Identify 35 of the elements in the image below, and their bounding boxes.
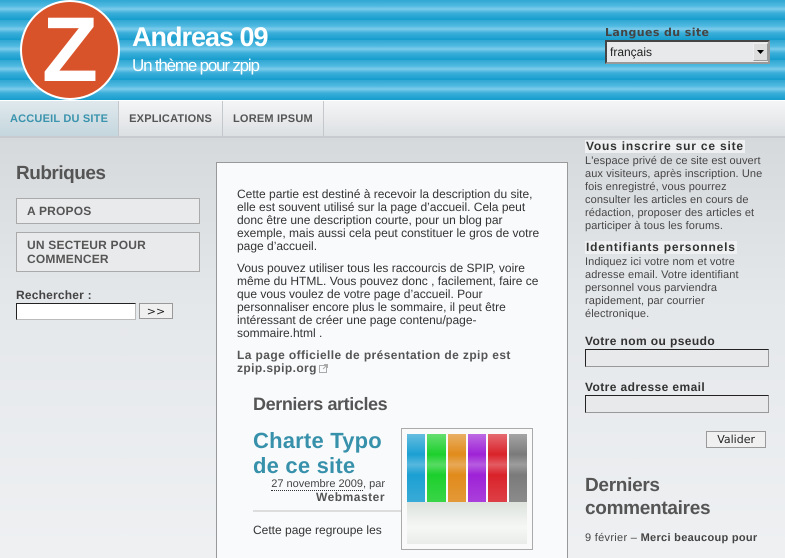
description-paragraph: Cette partie est destiné à recevoir la description du site, elle est souvent utilisé sur la page d’accueil. Cela peut donc être une description courte, pour un blog par exemple, mais aussi cela peut constituer le gros de votre page d’accueil. (237, 188, 540, 253)
article-author[interactable]: Webmaster (253, 491, 385, 504)
section-heading: Derniers commentaires (585, 474, 712, 520)
site-link[interactable]: zpip.spip.org (237, 361, 317, 375)
article-excerpt: Cette page regroupe les (253, 524, 383, 537)
official-page-text: La page officielle de présentation de zpip est zpip.spip.org (237, 349, 512, 376)
input-field[interactable] (585, 395, 769, 413)
comment-item[interactable]: 9 février – Merci beaucoup pour (585, 532, 769, 545)
language-label: Langues du site (605, 26, 710, 39)
field-label: Votre nom ou pseudo (585, 335, 716, 348)
external-link-icon (318, 363, 328, 376)
submit-button[interactable]: Valider (706, 431, 766, 448)
input-field[interactable] (585, 349, 769, 367)
field-label: Votre adresse email (585, 381, 706, 394)
sidebar-link[interactable]: A PROPOS (16, 198, 200, 224)
language-select[interactable]: français (605, 40, 770, 64)
nav-tab[interactable]: EXPLICATIONS (119, 101, 224, 136)
search-button[interactable]: >> (139, 303, 173, 319)
info-text: L'espace privé de ce site est ouvert aux visiteurs, après inscription. Une fois enregistré, vous pourrez consulter les articles en cours de rédaction, proposer des articles et participer à tous les forums. (585, 155, 764, 233)
article-date: 27 novembre 2009 (271, 478, 363, 491)
logo[interactable]: Z (20, 0, 120, 100)
section-heading: Derniers articles (253, 394, 388, 415)
article-title[interactable]: Charte Typo de ce site (253, 428, 385, 478)
section-heading: Vous inscrire sur ce site (585, 140, 745, 153)
search-field[interactable] (16, 303, 136, 320)
description-paragraph: Vous pouvez utiliser tous les raccourcis de SPIP, voire même du HTML. Vous pouvez donc , facilement, faire ce que vous voulez de votre page d’accueil. Pour personnaliser encore plus le sommaire, il peut être intéressant de créer une page contenu/page-sommaire.html . (237, 262, 540, 340)
sidebar-heading: Rubriques (16, 163, 106, 185)
nav-tab[interactable]: LOREM IPSUM (223, 101, 324, 136)
sidebar-link[interactable]: UN SECTEUR POUR COMMENCER (16, 232, 200, 272)
site-tagline: Un thème pour zpip (132, 56, 260, 76)
info-text: Indiquez ici votre nom et votre adresse email. Votre identifiant personnel vous parviendra rapidement, par courrier électronique. (585, 256, 740, 321)
section-heading: Identifiants personnels (585, 241, 737, 254)
caret-icon (753, 43, 768, 61)
article-byline: , par (362, 478, 385, 490)
search-label: Rechercher : (16, 288, 93, 302)
